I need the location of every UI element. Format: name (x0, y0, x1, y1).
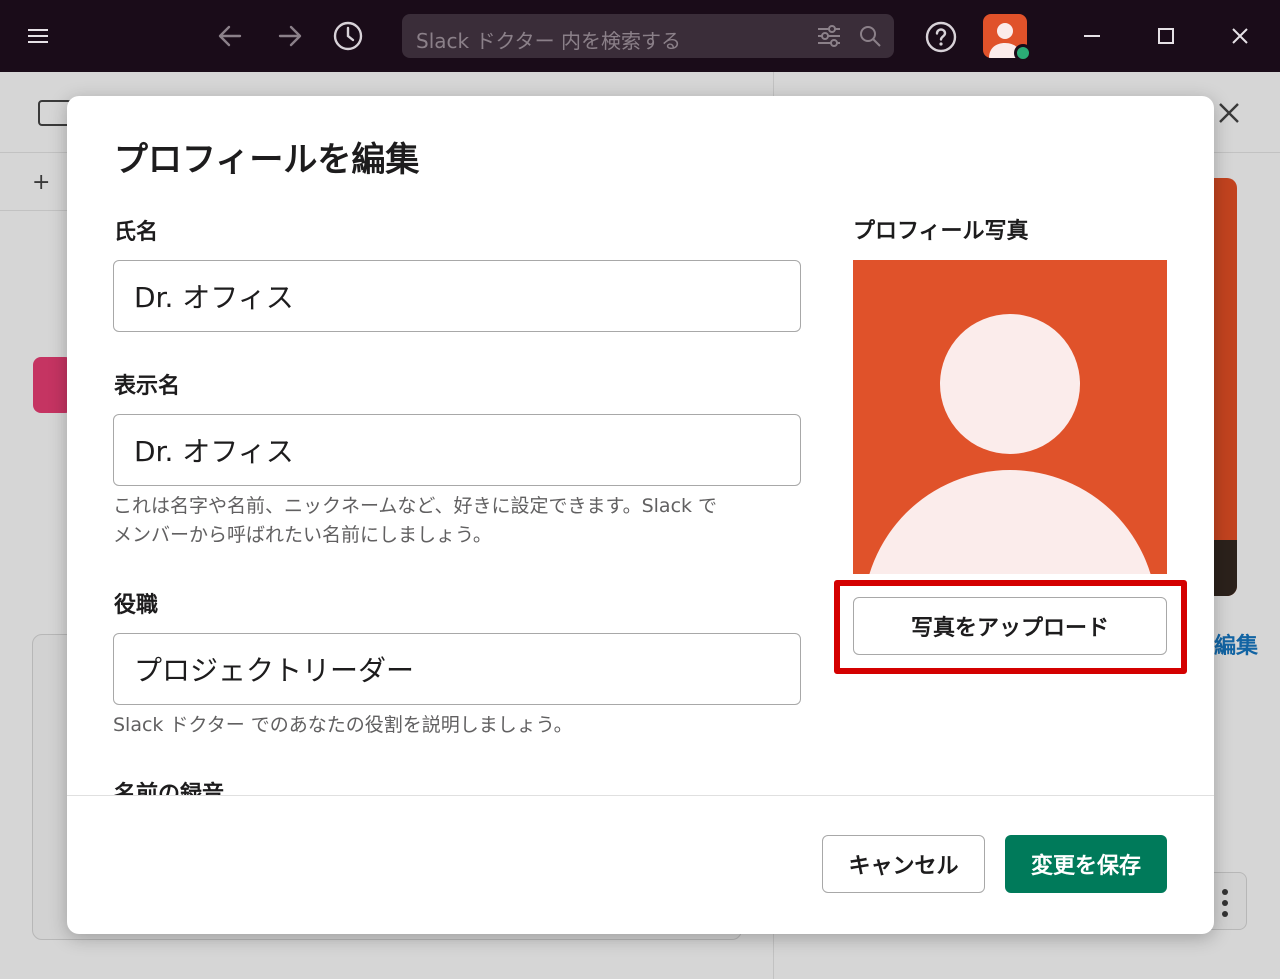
back-arrow-icon[interactable] (214, 20, 246, 52)
filter-icon[interactable] (816, 24, 842, 48)
display-name-help-line2: メンバーから呼ばれたい名前にしましょう。 (113, 524, 492, 546)
forward-arrow-icon[interactable] (274, 20, 306, 52)
title-field[interactable] (113, 633, 801, 705)
cancel-button[interactable]: キャンセル (822, 835, 985, 893)
profile-photo (853, 260, 1167, 574)
maximize-icon[interactable] (1152, 22, 1180, 50)
help-icon[interactable] (924, 20, 958, 54)
display-name-label: 表示名 (114, 374, 181, 399)
dialog-title: プロフィールを編集 (114, 140, 420, 180)
search-input[interactable]: Slack ドクター 内を検索する (402, 14, 894, 58)
close-icon[interactable] (1226, 22, 1254, 50)
search-icon[interactable] (858, 24, 882, 48)
profile-photo-label: プロフィール写真 (853, 219, 1029, 244)
edit-link: 編集 (1214, 634, 1259, 659)
edit-profile-dialog: プロフィールを編集 氏名 表示名 これは名字や名前、ニックネームなど、好きに設定… (67, 96, 1214, 934)
minimize-icon[interactable] (1078, 22, 1106, 50)
avatar-head (940, 314, 1080, 454)
display-name-help: これは名字や名前、ニックネームなど、好きに設定できます。Slack で メンバー… (113, 492, 803, 550)
search-placeholder: Slack ドクター 内を検索する (416, 29, 682, 53)
title-bar: Slack ドクター 内を検索する (0, 0, 1280, 72)
title-help: Slack ドクター でのあなたの役割を説明しましょう。 (113, 714, 573, 736)
full-name-label: 氏名 (114, 220, 159, 245)
display-name-field[interactable] (113, 414, 801, 486)
name-recording-label: 名前の録音 (114, 782, 225, 795)
hamburger-icon[interactable] (24, 22, 52, 50)
footer-divider (67, 795, 1214, 796)
presence-status-icon (1014, 44, 1032, 62)
avatar-body (863, 470, 1157, 574)
history-icon[interactable] (330, 18, 366, 54)
save-changes-button[interactable]: 変更を保存 (1005, 835, 1167, 893)
display-name-help-line1: これは名字や名前、ニックネームなど、好きに設定できます。Slack で (113, 495, 718, 517)
plus-icon: + (32, 170, 51, 195)
full-name-field[interactable] (113, 260, 801, 332)
close-icon (1214, 98, 1248, 132)
title-label: 役職 (114, 593, 159, 618)
upload-photo-button[interactable]: 写真をアップロード (853, 597, 1167, 655)
